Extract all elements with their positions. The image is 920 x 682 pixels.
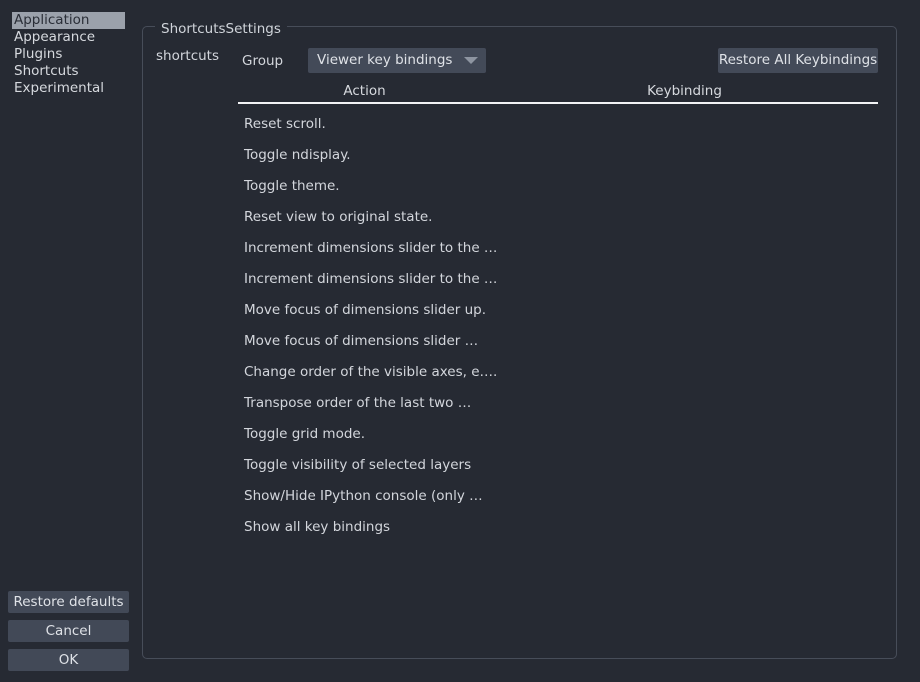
- group-select[interactable]: Viewer key bindings: [308, 48, 486, 73]
- sidebar-item-shortcuts[interactable]: Shortcuts: [12, 63, 125, 80]
- chevron-down-icon: [464, 57, 478, 64]
- table-row[interactable]: Show all key bindings: [238, 515, 878, 546]
- ok-button[interactable]: OK: [8, 649, 129, 671]
- shortcuts-field-label: shortcuts: [156, 48, 219, 64]
- cancel-button[interactable]: Cancel: [8, 620, 129, 642]
- cell-action: Reset view to original state.: [244, 209, 433, 225]
- cell-action: Show/Hide IPython console (only …: [244, 488, 483, 504]
- cell-action: Reset scroll.: [244, 116, 326, 132]
- sidebar-item-label: Application: [14, 12, 90, 28]
- cell-action: Transpose order of the last two …: [244, 395, 472, 411]
- sidebar-item-plugins[interactable]: Plugins: [12, 46, 125, 63]
- cell-action: Increment dimensions slider to the …: [244, 240, 498, 256]
- keybindings-table: Action Keybinding Reset scroll. Toggle nd…: [238, 83, 878, 546]
- sidebar-item-experimental[interactable]: Experimental: [12, 80, 125, 97]
- table-header-row: Action Keybinding: [238, 83, 878, 104]
- table-row[interactable]: Move focus of dimensions slider up.: [238, 298, 878, 329]
- cell-action: Toggle visibility of selected layers: [244, 457, 472, 473]
- cell-action: Increment dimensions slider to the …: [244, 271, 498, 287]
- table-row[interactable]: Reset scroll.: [238, 112, 878, 143]
- cell-action: Change order of the visible axes, e….: [244, 364, 498, 380]
- cell-action: Move focus of dimensions slider up.: [244, 302, 487, 318]
- cell-action: Toggle ndisplay.: [244, 147, 351, 163]
- cell-action: Show all key bindings: [244, 519, 391, 535]
- settings-sidebar: Application Appearance Plugins Shortcuts…: [0, 0, 137, 682]
- table-row[interactable]: Toggle visibility of selected layers: [238, 453, 878, 484]
- group-label: Group: [242, 53, 284, 69]
- table-row[interactable]: Transpose order of the last two …: [238, 391, 878, 422]
- table-row[interactable]: Toggle theme.: [238, 174, 878, 205]
- cell-action: Toggle grid mode.: [244, 426, 366, 442]
- table-row[interactable]: Increment dimensions slider to the …: [238, 267, 878, 298]
- column-header-action[interactable]: Action: [238, 83, 491, 100]
- restore-all-keybindings-button[interactable]: Restore All Keybindings: [718, 48, 878, 73]
- table-row[interactable]: Toggle ndisplay.: [238, 143, 878, 174]
- table-row[interactable]: Reset view to original state.: [238, 205, 878, 236]
- column-header-keybinding[interactable]: Keybinding: [491, 83, 878, 100]
- groupbox-title: ShortcutsSettings: [155, 21, 287, 37]
- cell-action: Move focus of dimensions slider …: [244, 333, 479, 349]
- sidebar-item-application[interactable]: Application: [12, 12, 125, 29]
- sidebar-item-label: Appearance: [14, 29, 96, 45]
- group-select-value: Viewer key bindings: [317, 52, 453, 68]
- dialog-button-bar: Restore defaults Cancel OK: [8, 591, 129, 671]
- restore-defaults-button[interactable]: Restore defaults: [8, 591, 129, 613]
- table-row[interactable]: Show/Hide IPython console (only …: [238, 484, 878, 515]
- sidebar-item-label: Experimental: [14, 80, 105, 96]
- table-row[interactable]: Toggle grid mode.: [238, 422, 878, 453]
- sidebar-item-appearance[interactable]: Appearance: [12, 29, 125, 46]
- table-row[interactable]: Move focus of dimensions slider …: [238, 329, 878, 360]
- table-body: Reset scroll. Toggle ndisplay. Toggle them…: [238, 104, 878, 546]
- table-row[interactable]: Increment dimensions slider to the …: [238, 236, 878, 267]
- table-row[interactable]: Change order of the visible axes, e….: [238, 360, 878, 391]
- sidebar-category-list[interactable]: Application Appearance Plugins Shortcuts…: [12, 12, 125, 97]
- cell-action: Toggle theme.: [244, 178, 340, 194]
- sidebar-item-label: Plugins: [14, 46, 63, 62]
- sidebar-item-label: Shortcuts: [14, 63, 79, 79]
